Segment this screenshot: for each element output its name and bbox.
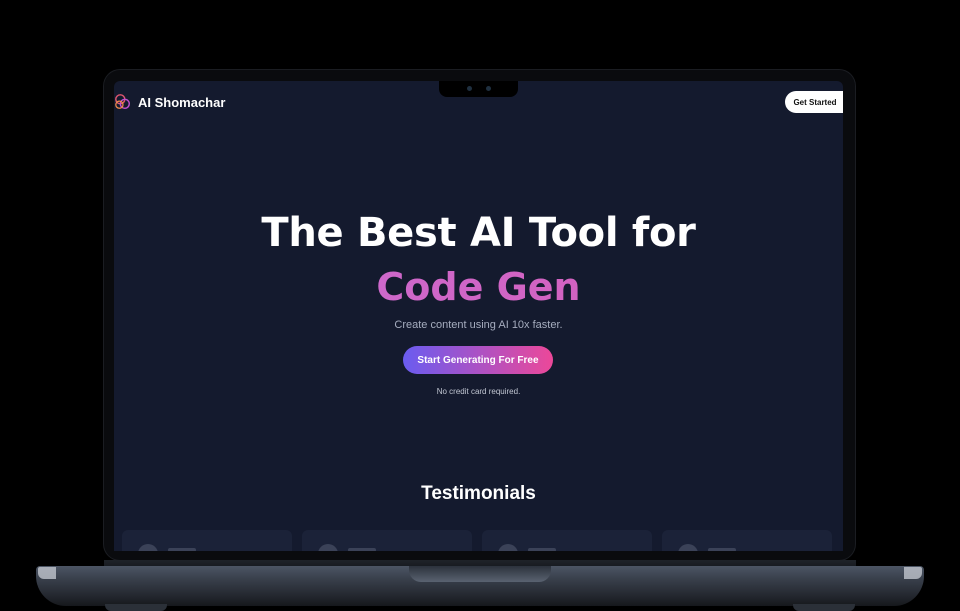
hero-title: The Best AI Tool for <box>261 210 696 256</box>
logo-knot-icon <box>115 94 131 110</box>
sensor-icon <box>486 86 491 91</box>
testimonial-cards <box>122 530 832 551</box>
site-logo[interactable]: AI Shomachar <box>114 93 225 111</box>
testimonial-card <box>122 530 292 551</box>
testimonials-title: Testimonials <box>421 483 536 504</box>
avatar <box>678 544 698 551</box>
laptop-foot-right <box>793 604 855 611</box>
avatar <box>138 544 158 551</box>
avatar <box>318 544 338 551</box>
laptop-foot-left <box>105 604 167 611</box>
laptop-edge-right <box>904 567 922 579</box>
hero-subtitle: Create content using AI 10x faster. <box>394 319 563 331</box>
get-started-button[interactable]: Get Started <box>785 91 843 113</box>
testimonial-card <box>662 530 832 551</box>
no-credit-card-note: No credit card required. <box>436 387 521 396</box>
avatar <box>498 544 518 551</box>
author-name-placeholder <box>348 548 376 551</box>
testimonial-card <box>302 530 472 551</box>
testimonial-card <box>482 530 652 551</box>
author-name-placeholder <box>168 548 196 551</box>
start-generating-button[interactable]: Start Generating For Free <box>403 346 553 374</box>
camera-notch <box>439 81 518 97</box>
author-name-placeholder <box>528 548 556 551</box>
laptop-edge-left <box>38 567 56 579</box>
hero-accent-text: Code Gen <box>114 261 843 313</box>
web-page: AI Shomachar Get Started The Best AI Too… <box>114 81 843 551</box>
camera-icon <box>467 86 472 91</box>
laptop-thumb-notch <box>409 566 551 582</box>
brand-name: AI Shomachar <box>138 94 226 110</box>
author-name-placeholder <box>708 548 736 551</box>
